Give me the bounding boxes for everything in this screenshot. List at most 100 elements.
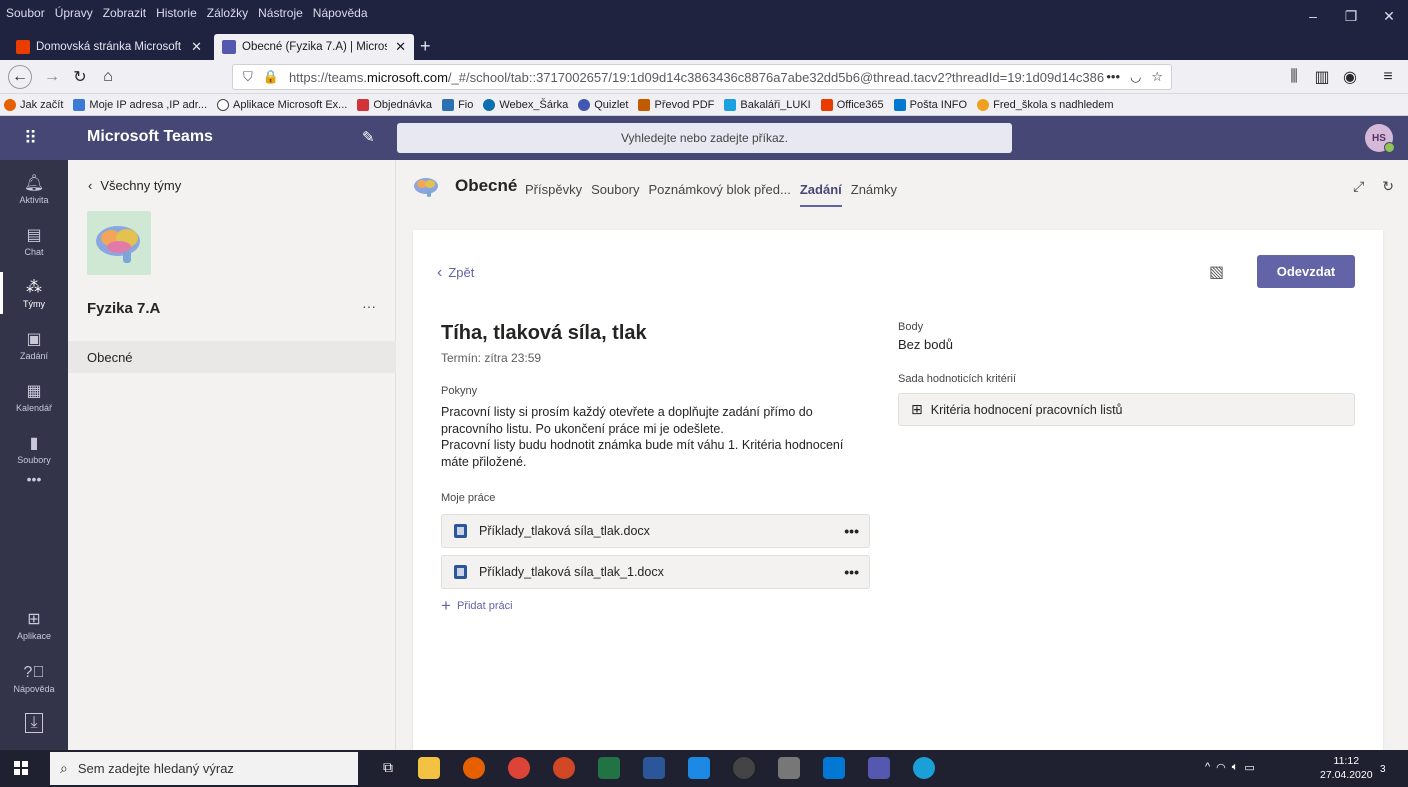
file-more-options-icon[interactable]: •••: [844, 564, 859, 580]
bookmark-item[interactable]: Office365: [820, 98, 884, 111]
work-file-item[interactable]: Příklady_tlaková síla_tlak.docx •••: [441, 514, 870, 548]
globe-icon: [217, 98, 230, 111]
reload-icon[interactable]: ↻: [68, 65, 92, 89]
back-label: Zpět: [448, 265, 475, 280]
home-icon[interactable]: ⌂: [96, 65, 120, 89]
powerpoint-icon[interactable]: [553, 757, 575, 779]
firefox-icon[interactable]: [463, 757, 485, 779]
new-chat-icon[interactable]: ✎: [362, 128, 375, 146]
bookmark-item[interactable]: Pošta INFO: [893, 98, 967, 111]
calculator-icon[interactable]: [778, 757, 800, 779]
close-tab-icon[interactable]: ✕: [387, 39, 406, 55]
new-tab-icon[interactable]: +: [420, 36, 431, 57]
chevron-up-icon[interactable]: ^: [1205, 761, 1210, 774]
notification-center-icon[interactable]: 3: [1380, 759, 1386, 775]
back-link[interactable]: ‹ Zpět: [437, 264, 474, 282]
menu-tools[interactable]: Nástroje: [258, 6, 303, 20]
bookmark-item[interactable]: Quizlet: [578, 98, 628, 111]
submit-button[interactable]: Odevzdat: [1257, 255, 1355, 288]
menu-bookmarks[interactable]: Záložky: [207, 6, 248, 20]
app-launcher-icon[interactable]: ⠿: [24, 128, 37, 149]
rail-item-calendar[interactable]: ▦ Kalendář: [0, 370, 68, 424]
team-more-options-icon[interactable]: ···: [362, 298, 376, 314]
snipping-icon[interactable]: [733, 757, 755, 779]
teams-topbar: ⠿ Microsoft Teams ✎ Vyhledejte nebo zade…: [0, 116, 1408, 160]
rail-item-apps[interactable]: ⊞ Aplikace: [0, 598, 68, 652]
bookmark-item[interactable]: Bakaláři_LUKI: [724, 98, 811, 111]
bookmark-star-icon[interactable]: ☆: [1151, 69, 1163, 85]
immersive-reader-icon[interactable]: ▧: [1209, 262, 1224, 282]
download-icon: ⤓: [25, 713, 43, 733]
tab-assignments[interactable]: Zadání: [799, 182, 842, 207]
windows-start-icon[interactable]: [14, 761, 28, 775]
menu-help[interactable]: Nápověda: [313, 6, 368, 20]
teams-taskbar-icon[interactable]: [868, 757, 890, 779]
sidebar-icon[interactable]: ▥: [1310, 65, 1334, 89]
all-teams-link[interactable]: ‹ Všechny týmy: [88, 178, 181, 193]
network-icon[interactable]: ◠: [1216, 761, 1226, 774]
word-icon[interactable]: [643, 757, 665, 779]
bookmark-item[interactable]: Aplikace Microsoft Ex...: [217, 98, 347, 111]
url-bar[interactable]: ⛉ 🔒 https://teams. microsoft.com/_#/schoo…: [232, 64, 1172, 90]
browser-tab-office-home[interactable]: Domovská stránka Microsoft O ✕: [8, 34, 210, 60]
work-file-item[interactable]: Příklady_tlaková síla_tlak_1.docx •••: [441, 555, 870, 589]
rail-item-teams[interactable]: ⁂ Týmy: [0, 266, 68, 320]
tab-files[interactable]: Soubory: [591, 182, 639, 207]
rail-item-assignments[interactable]: ▣ Zadání: [0, 318, 68, 372]
outlook-icon[interactable]: [823, 757, 845, 779]
excel-icon[interactable]: [598, 757, 620, 779]
extension-icon[interactable]: ◉: [1338, 65, 1362, 89]
page-actions-icon[interactable]: •••: [1106, 69, 1120, 85]
back-arrow-icon[interactable]: ←: [8, 65, 32, 89]
menu-edit[interactable]: Úpravy: [55, 6, 93, 20]
bookmark-item[interactable]: Převod PDF: [638, 98, 714, 111]
task-view-icon[interactable]: ⧉: [383, 759, 393, 776]
webex-taskbar-icon[interactable]: [913, 757, 935, 779]
restore-icon[interactable]: ❐: [1332, 0, 1370, 32]
expand-icon[interactable]: ⤢: [1353, 178, 1364, 195]
tab-posts[interactable]: Příspěvky: [525, 182, 582, 207]
channel-item-general[interactable]: Obecné: [68, 341, 396, 373]
tab-class-notebook[interactable]: Poznámkový blok před...: [649, 182, 791, 207]
rail-more-button[interactable]: •••: [0, 464, 68, 494]
close-window-icon[interactable]: ✕: [1370, 0, 1408, 32]
volume-icon[interactable]: 🔈︎: [1232, 761, 1239, 774]
bookmark-item[interactable]: Fred_škola s nadhledem: [977, 98, 1114, 111]
battery-icon[interactable]: ▭: [1244, 761, 1254, 774]
rail-item-activity[interactable]: 🔔︎ Aktivita: [0, 162, 68, 216]
rubric-item[interactable]: ⊞ Kritéria hodnocení pracovních listů: [898, 393, 1355, 426]
forward-arrow-icon[interactable]: →: [40, 65, 64, 89]
minimize-icon[interactable]: –: [1294, 0, 1332, 32]
hamburger-menu-icon[interactable]: ≡: [1376, 65, 1400, 89]
menu-history[interactable]: Historie: [156, 6, 197, 20]
pocket-icon[interactable]: ◡: [1130, 69, 1141, 85]
rail-item-chat[interactable]: ▤ Chat: [0, 214, 68, 268]
bookmark-item[interactable]: Moje IP adresa ,IP adr...: [73, 98, 207, 111]
bookmark-item[interactable]: Fio: [442, 98, 473, 111]
clock[interactable]: 11:12 27.04.2020: [1320, 754, 1373, 782]
chrome-icon[interactable]: [508, 757, 530, 779]
channel-tabs: Příspěvky Soubory Poznámkový blok před..…: [525, 182, 897, 207]
menu-view[interactable]: Zobrazit: [103, 6, 146, 20]
search-icon: ⌕: [60, 760, 68, 776]
browser-tab-teams[interactable]: Obecné (Fyzika 7.A) | Microsoft ✕: [214, 34, 414, 60]
smart-notebook-icon[interactable]: [688, 757, 710, 779]
file-more-options-icon[interactable]: •••: [844, 523, 859, 539]
rail-item-help[interactable]: ?⃝ Nápověda: [0, 652, 68, 706]
menu-file[interactable]: Soubor: [6, 6, 45, 20]
refresh-icon[interactable]: ↻: [1382, 178, 1394, 195]
download-app-button[interactable]: ⤓: [0, 704, 68, 744]
library-icon[interactable]: ⫼: [1282, 65, 1306, 89]
app-title: Microsoft Teams: [87, 128, 213, 145]
bookmark-item[interactable]: Jak začít: [4, 98, 63, 111]
bookmark-item[interactable]: Webex_Šárka: [483, 98, 568, 111]
close-tab-icon[interactable]: ✕: [183, 39, 202, 55]
add-work-button[interactable]: + Přidat práci: [441, 596, 513, 616]
taskbar-search-input[interactable]: ⌕ Sem zadejte hledaný výraz: [50, 752, 358, 785]
tab-grades[interactable]: Známky: [851, 182, 897, 207]
avatar[interactable]: HS: [1365, 124, 1395, 153]
bookmark-item[interactable]: Objednávka: [357, 98, 432, 111]
search-input[interactable]: Vyhledejte nebo zadejte příkaz.: [397, 123, 1012, 153]
file-explorer-icon[interactable]: [418, 757, 440, 779]
plus-icon: +: [441, 596, 451, 615]
